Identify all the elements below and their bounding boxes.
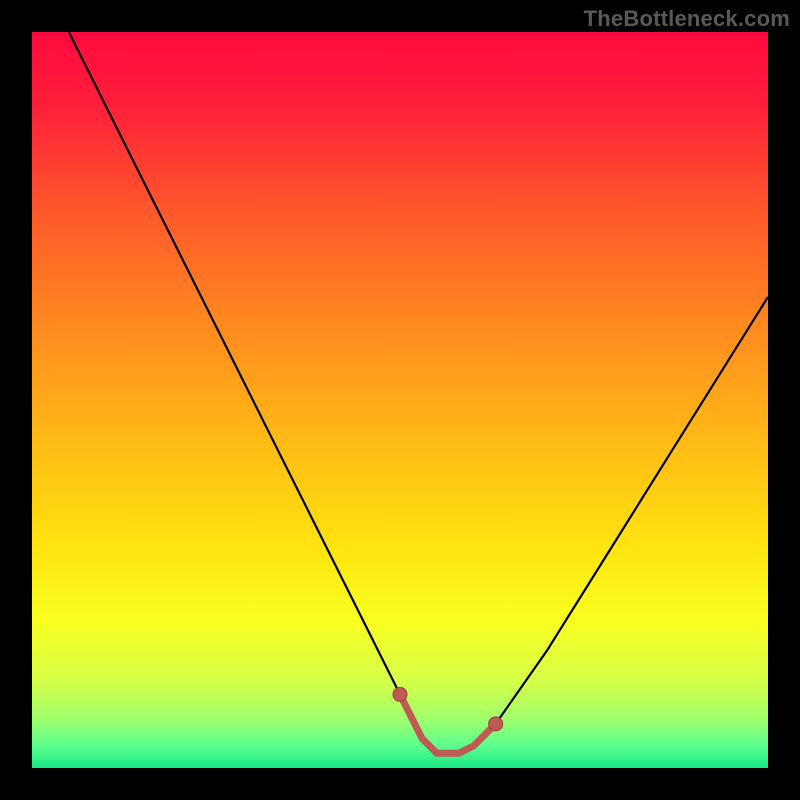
optimal-marker-right xyxy=(489,717,503,731)
plot-background xyxy=(32,32,768,768)
optimal-marker-left xyxy=(393,687,407,701)
chart-frame: TheBottleneck.com xyxy=(0,0,800,800)
bottleneck-chart xyxy=(0,0,800,800)
watermark-text: TheBottleneck.com xyxy=(584,6,790,32)
